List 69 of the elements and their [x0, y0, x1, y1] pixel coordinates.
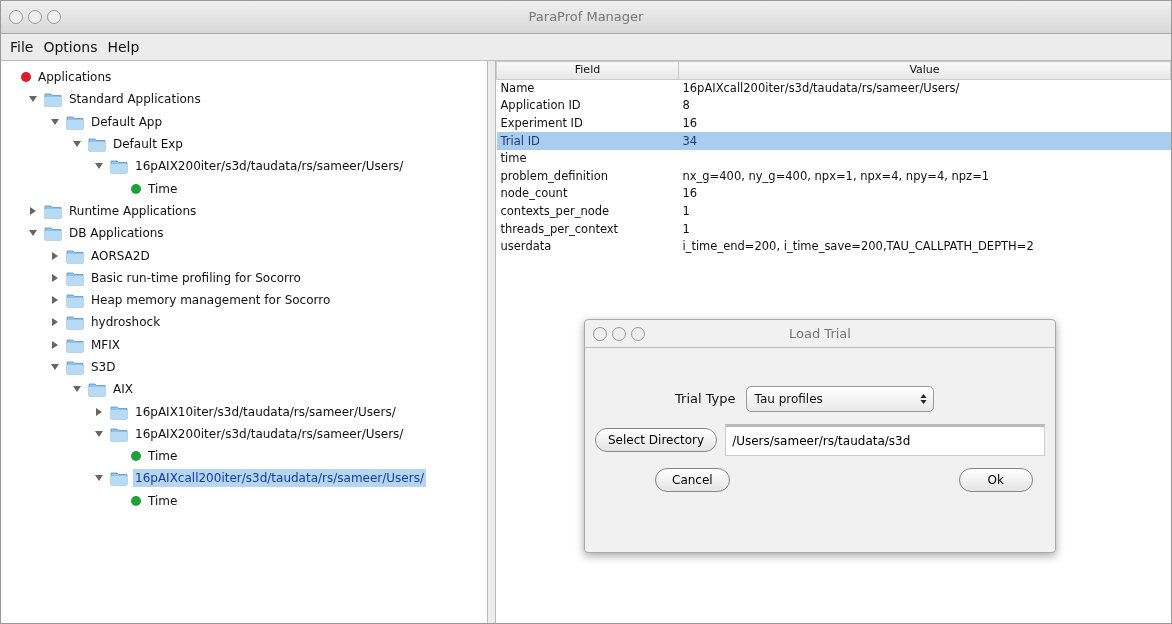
- tree-item[interactable]: hydroshock: [89, 313, 163, 332]
- tree-item[interactable]: Applications: [36, 68, 114, 87]
- tree-item[interactable]: Default App: [89, 112, 165, 131]
- tree-item[interactable]: 16pAIX200iter/s3d/taudata/rs/sameer/Users/: [133, 157, 406, 176]
- column-header[interactable]: Value: [678, 61, 1171, 80]
- field-cell-text: threads_per_context: [499, 220, 620, 238]
- folder-icon: [66, 314, 84, 331]
- folder-icon: [44, 202, 62, 219]
- tree-item[interactable]: Time: [146, 179, 180, 198]
- value-cell: 34: [678, 132, 1171, 151]
- dialog-title: Load Trial: [788, 324, 852, 343]
- tree-item[interactable]: Standard Applications: [67, 90, 203, 109]
- tree-item[interactable]: Heap memory management for Socorro: [89, 291, 333, 310]
- tree-item[interactable]: Basic run-time profiling for Socorro: [89, 268, 303, 287]
- folder-icon: [66, 113, 84, 130]
- menu-item[interactable]: Options: [42, 36, 99, 58]
- tree-item[interactable]: Default Exp: [111, 135, 185, 154]
- folder-icon: [44, 225, 62, 242]
- field-cell-text: problem_definition: [499, 167, 609, 185]
- field-cell: Trial ID: [496, 132, 679, 151]
- tree-item[interactable]: 16pAIXcall200iter/s3d/taudata/rs/sameer/Users/: [133, 469, 426, 488]
- value-cell-text: nx_g=400, ny_g=400, npx=1, npx=4, npy=4, npz=1: [681, 167, 991, 185]
- directory-field[interactable]: /Users/sameer/rs/taudata/s3d: [725, 424, 1045, 456]
- menu-item[interactable]: Help: [106, 36, 141, 58]
- folder-icon: [66, 336, 84, 353]
- field-cell: time: [496, 150, 679, 168]
- tree-item[interactable]: 16pAIX10iter/s3d/taudata/rs/sameer/Users/: [133, 402, 398, 421]
- trial-type-dropdown[interactable]: Tau profiles: [745, 386, 934, 412]
- value-cell-text: 16: [681, 185, 699, 203]
- field-cell-text: Application ID: [499, 97, 582, 115]
- tree-item[interactable]: AIX: [111, 380, 135, 399]
- field-cell-text: contexts_per_node: [499, 203, 611, 220]
- folder-icon: [66, 269, 84, 286]
- field-cell-text: userdata: [499, 238, 553, 256]
- tree-item[interactable]: S3D: [89, 358, 118, 376]
- tree-item[interactable]: Runtime Applications: [67, 201, 199, 220]
- cancel-button[interactable]: Cancel: [655, 468, 730, 492]
- folder-icon: [110, 403, 128, 420]
- folder-icon: [110, 470, 128, 487]
- value-cell-text: 8: [681, 97, 691, 115]
- folder-icon: [66, 292, 84, 309]
- folder-icon: [88, 136, 106, 153]
- value-cell-text: 1: [681, 203, 691, 220]
- tree-item[interactable]: MFIX: [89, 335, 122, 354]
- menu-item[interactable]: File: [9, 36, 35, 58]
- tree-item[interactable]: 16pAIX200iter/s3d/taudata/rs/sameer/Users/: [133, 424, 406, 443]
- field-cell: Name: [496, 79, 679, 98]
- window-title: ParaProf Manager: [527, 8, 645, 27]
- stepper-icon: [919, 393, 927, 405]
- folder-icon: [66, 247, 84, 264]
- tree-item[interactable]: AORSA2D: [89, 246, 152, 265]
- folder-icon: [88, 381, 106, 398]
- folder-icon: [110, 425, 128, 442]
- folder-icon: [110, 158, 128, 175]
- column-header[interactable]: Field: [496, 61, 679, 80]
- folder-icon: [44, 91, 62, 108]
- field-cell: Experiment ID: [496, 114, 679, 133]
- trial-type-label: Trial Type: [675, 390, 736, 409]
- value-cell-text: 1: [681, 220, 691, 238]
- value-cell-text: i_time_end=200, i_time_save=200,TAU_CALLPATH_DEPTH=2: [681, 238, 1035, 256]
- select-directory-button[interactable]: Select Directory: [595, 428, 718, 452]
- tree-item[interactable]: Time: [146, 491, 180, 510]
- folder-icon: [66, 359, 84, 375]
- field-cell-text: node_count: [499, 185, 569, 203]
- tree-item[interactable]: Time: [146, 447, 180, 466]
- tree-item[interactable]: DB Applications: [67, 224, 166, 243]
- value-cell: 16pAIXcall200iter/s3d/taudata/rs/sameer/Users/: [678, 79, 1171, 98]
- value-cell: 16: [678, 114, 1171, 133]
- ok-button[interactable]: Ok: [958, 468, 1033, 492]
